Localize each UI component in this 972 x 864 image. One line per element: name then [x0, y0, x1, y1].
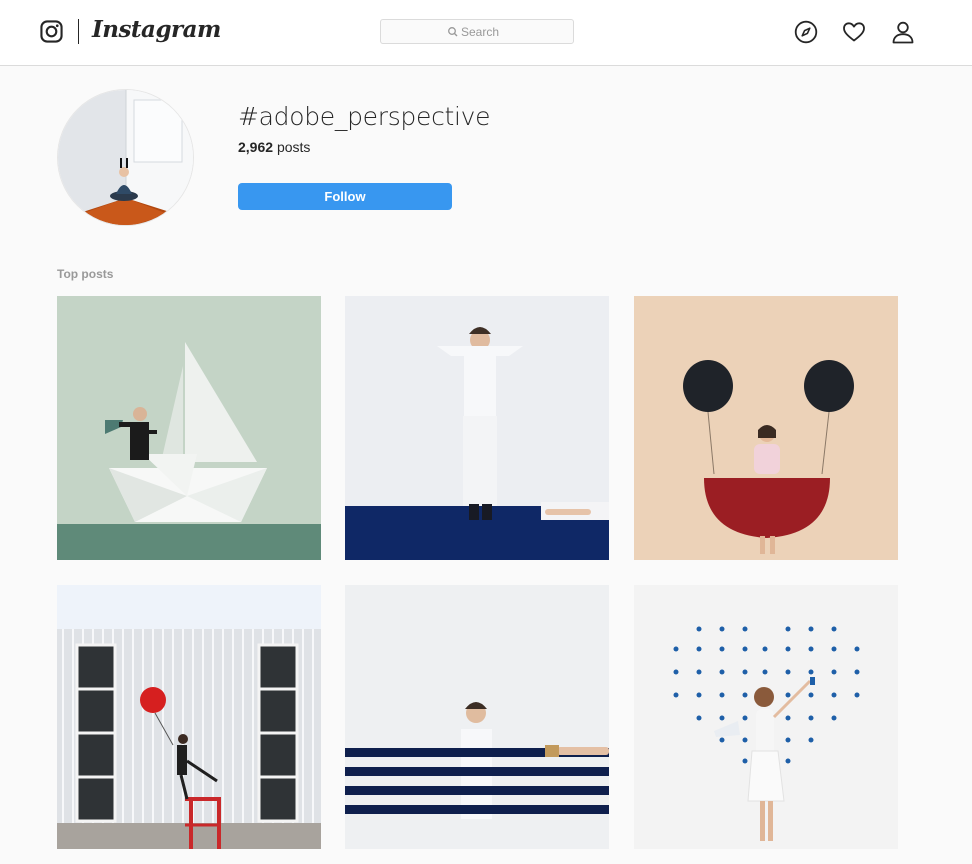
search-icon	[448, 27, 458, 37]
search-box[interactable]	[380, 19, 574, 44]
user-icon[interactable]	[891, 20, 915, 44]
search-input[interactable]	[461, 23, 561, 40]
top-posts-heading: Top posts	[57, 267, 114, 281]
posts-count-label: posts	[276, 139, 311, 155]
heart-icon[interactable]	[842, 20, 866, 44]
post-thumbnail[interactable]	[634, 585, 898, 849]
post-thumbnail[interactable]	[345, 296, 609, 560]
post-thumbnail[interactable]	[634, 296, 898, 560]
hashtag-title: #adobe_perspective	[238, 102, 491, 131]
posts-count-number: 2,962	[238, 139, 274, 155]
post-thumbnail[interactable]	[345, 585, 609, 849]
follow-button[interactable]: Follow	[238, 183, 452, 210]
top-navigation-bar: Instagram	[0, 0, 972, 66]
post-thumbnail[interactable]	[57, 296, 321, 560]
logo-divider	[78, 19, 79, 44]
compass-icon[interactable]	[794, 20, 818, 44]
instagram-glyph-icon[interactable]	[40, 20, 63, 43]
hashtag-avatar	[57, 89, 194, 226]
instagram-wordmark-logo[interactable]: Instagram	[92, 16, 221, 43]
posts-count: 2,962 posts	[238, 139, 310, 155]
post-thumbnail[interactable]	[57, 585, 321, 849]
